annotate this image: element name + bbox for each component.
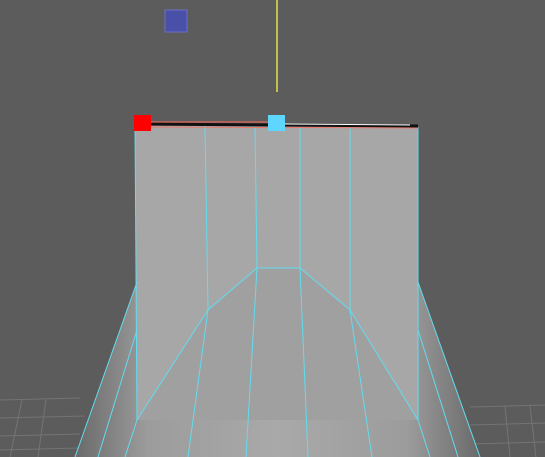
square-handle-icon[interactable] [134,115,151,131]
square-handle-icon[interactable] [268,115,285,131]
view-cube-icon[interactable] [164,9,188,33]
viewport-canvas[interactable] [0,0,545,457]
3d-viewport[interactable] [0,0,545,457]
